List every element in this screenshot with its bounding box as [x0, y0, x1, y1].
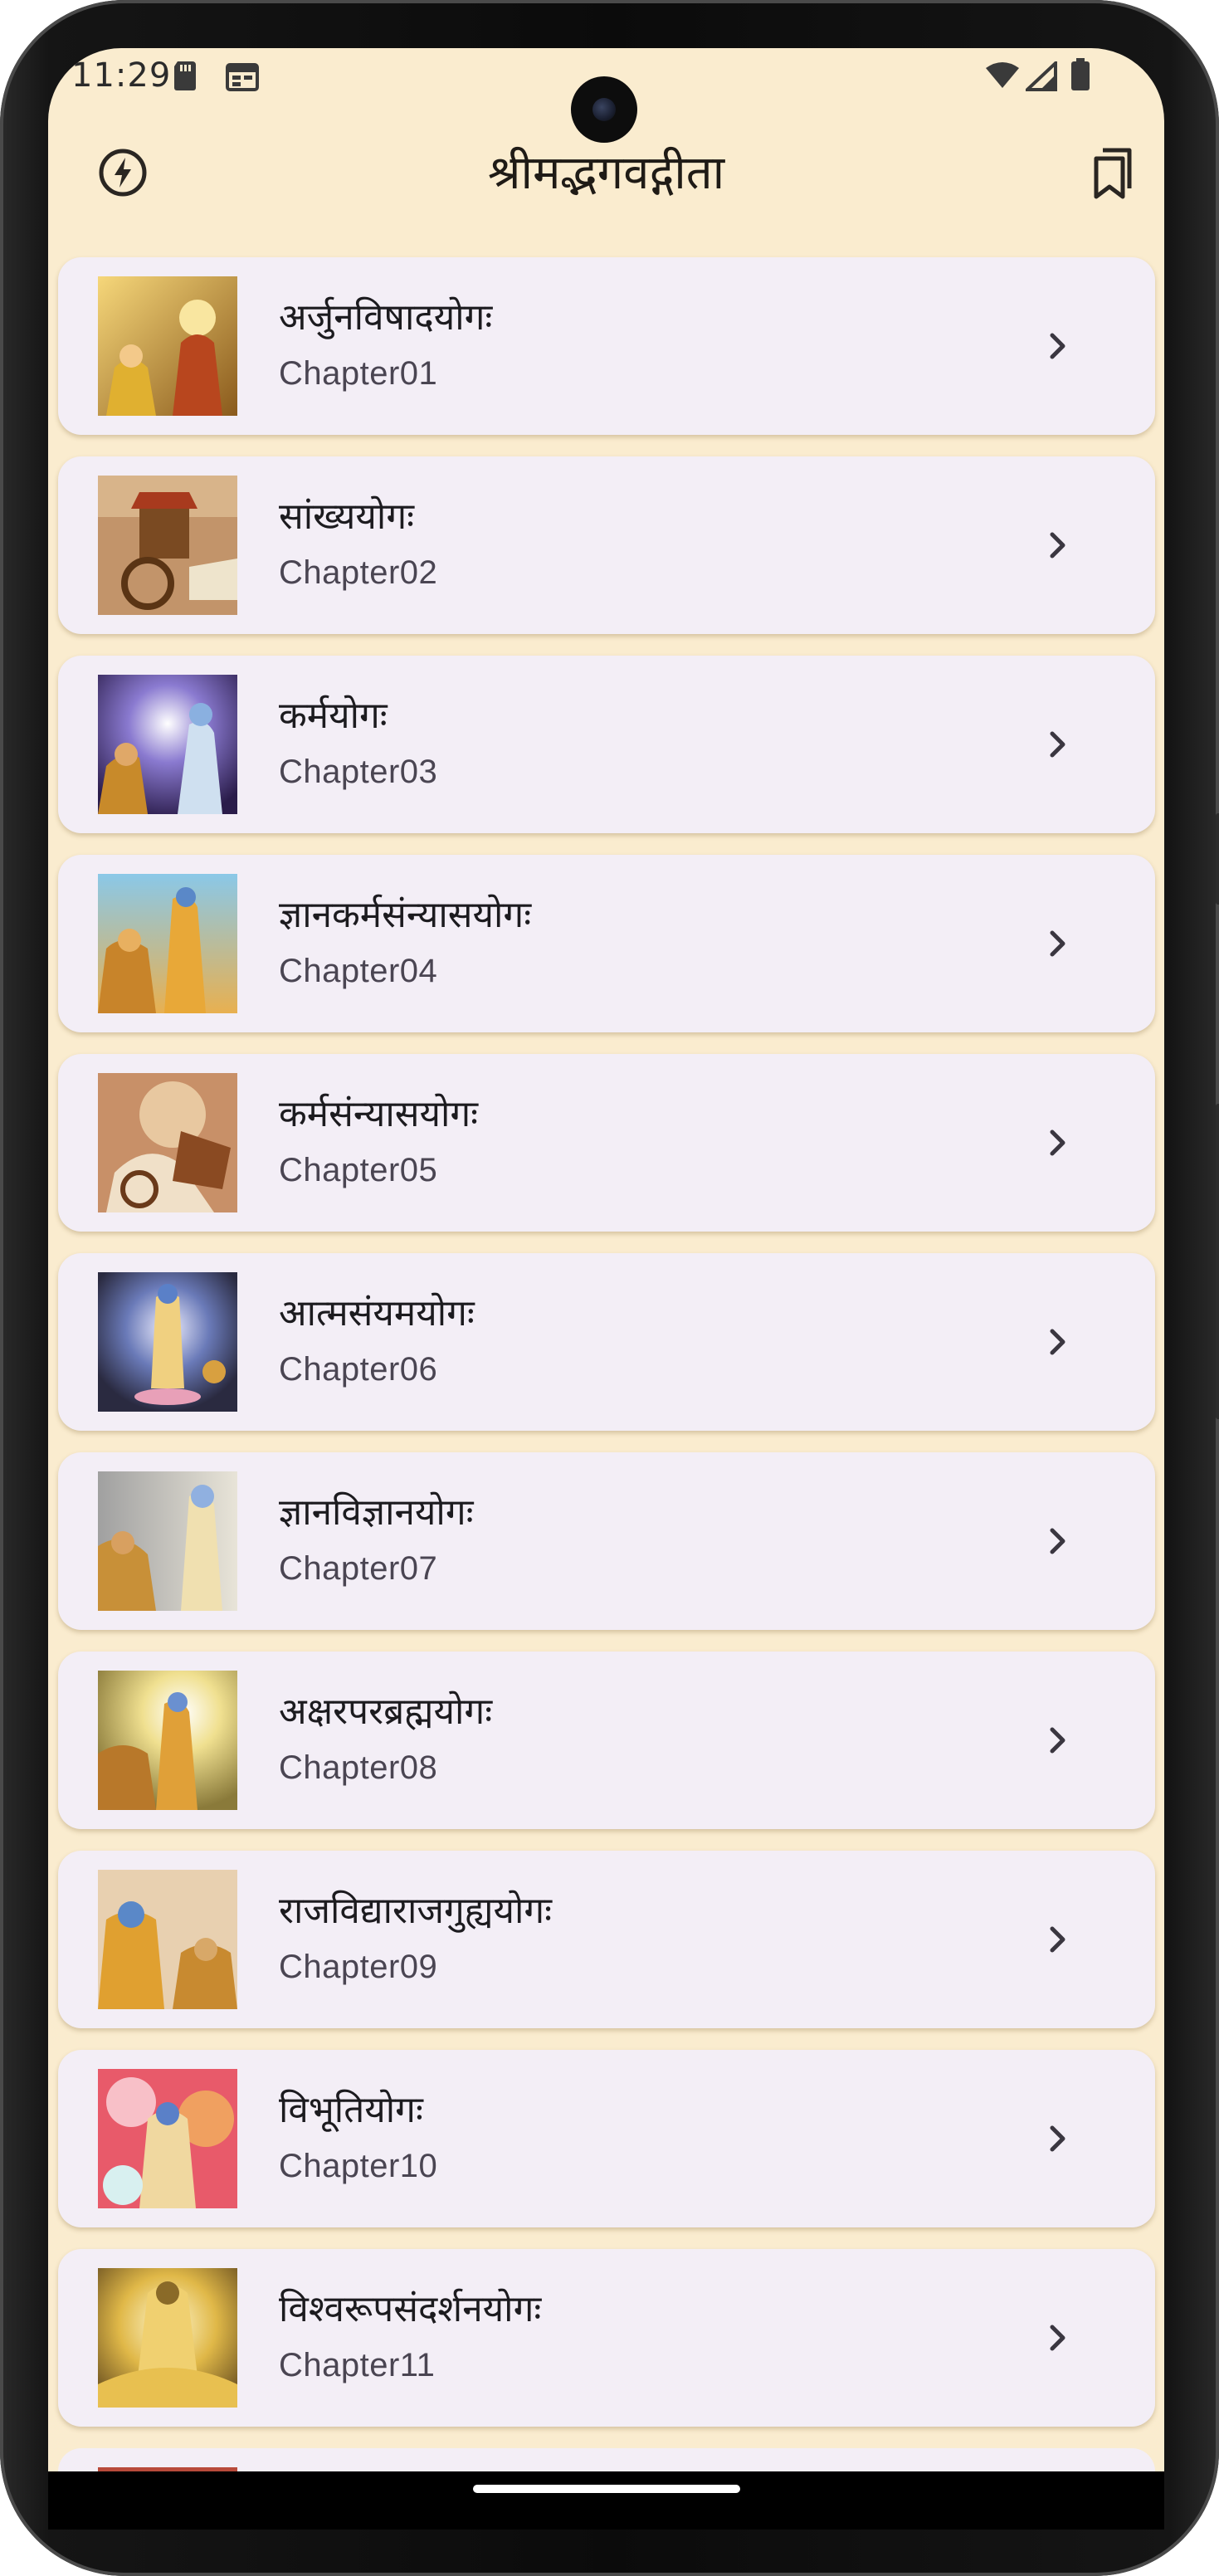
chapter-title: अर्जुनविषादयोगः [279, 296, 493, 339]
chapter-subtitle: Chapter07 [279, 1550, 438, 1587]
chapter-thumbnail [98, 276, 237, 416]
home-indicator[interactable] [473, 2485, 740, 2493]
chapter-title: विभूतियोगः [279, 2089, 423, 2131]
app-screen: 11:29 श्रीमद्भगवद्गीता अर्जुनविषादयोगः C… [48, 48, 1164, 2471]
chapter-subtitle: Chapter10 [279, 2148, 438, 2184]
chevron-right-icon [1050, 1129, 1065, 1156]
chapter-card-03[interactable]: कर्मयोगः Chapter03 [58, 656, 1155, 833]
chevron-right-icon [1050, 2325, 1065, 2351]
chapter-subtitle: Chapter01 [279, 355, 438, 392]
chevron-right-icon [1050, 1926, 1065, 1953]
chapter-subtitle: Chapter05 [279, 1152, 438, 1188]
chapter-card-04[interactable]: ज्ञानकर्मसंन्यासयोगः Chapter04 [58, 855, 1155, 1032]
chapter-card-10[interactable]: विभूतियोगः Chapter10 [58, 2050, 1155, 2227]
chapter-thumbnail [98, 1073, 237, 1212]
chapter-subtitle: Chapter03 [279, 754, 438, 790]
page-title: श्रीमद्भगवद्गीता [487, 146, 725, 200]
chapter-subtitle: Chapter04 [279, 953, 438, 989]
chapter-title: आत्मसंयमयोगः [279, 1292, 475, 1334]
phone-frame: 11:29 श्रीमद्भगवद्गीता अर्जुनविषादयोगः C… [0, 0, 1219, 2576]
chapter-card-01[interactable]: अर्जुनविषादयोगः Chapter01 [58, 257, 1155, 435]
bookmarks-button[interactable] [1071, 133, 1151, 212]
chapter-card-05[interactable]: कर्मसंन्यासयोगः Chapter05 [58, 1054, 1155, 1232]
chevron-right-icon [1050, 1727, 1065, 1754]
chapter-card-11[interactable]: विश्वरूपसंदर्शनयोगः Chapter11 [58, 2249, 1155, 2427]
chapter-card-08[interactable]: अक्षरपरब्रह्मयोगः Chapter08 [58, 1651, 1155, 1829]
chapter-card-07[interactable]: ज्ञानविज्ञानयोगः Chapter07 [58, 1452, 1155, 1630]
chapter-title: कर्मयोगः [279, 695, 388, 737]
chapter-title: राजविद्याराजगुह्ययोगः [279, 1890, 553, 1932]
chapter-thumbnail [98, 2069, 237, 2208]
chapter-subtitle: Chapter11 [279, 2347, 436, 2383]
navigation-bar [48, 2471, 1164, 2530]
chapter-title: ज्ञानविज्ञानयोगः [279, 1491, 474, 1534]
chapter-thumbnail [98, 2268, 237, 2408]
chapter-subtitle: Chapter02 [279, 554, 438, 591]
chevron-right-icon [1050, 532, 1065, 559]
chapter-title: ज्ञानकर्मसंन्यासयोगः [279, 894, 532, 936]
chevron-right-icon [1050, 1329, 1065, 1355]
status-time: 11:29 [71, 56, 172, 95]
sd-card-icon [173, 60, 197, 95]
signal-icon [1022, 59, 1057, 95]
chapter-card-06[interactable]: आत्मसंयमयोगः Chapter06 [58, 1253, 1155, 1431]
chapter-thumbnail [98, 675, 237, 814]
volume-button [1216, 1104, 1219, 1419]
chapter-thumbnail [98, 476, 237, 615]
battery-icon [1070, 58, 1090, 95]
chapter-thumbnail [98, 1870, 237, 2009]
chevron-right-icon [1050, 2125, 1065, 2152]
chapter-title: कर्मसंन्यासयोगः [279, 1093, 479, 1135]
chapter-subtitle: Chapter08 [279, 1749, 438, 1786]
chevron-right-icon [1050, 1528, 1065, 1554]
power-button [1216, 813, 1219, 905]
chapter-thumbnail [98, 1471, 237, 1611]
chapter-card-09[interactable]: राजविद्याराजगुह्ययोगः Chapter09 [58, 1851, 1155, 2028]
wifi-icon [984, 61, 1021, 93]
chapter-title: अक्षरपरब्रह्मयोगः [279, 1690, 493, 1733]
chapter-subtitle: Chapter06 [279, 1351, 438, 1388]
chevron-right-icon [1050, 930, 1065, 957]
chapter-thumbnail [98, 1671, 237, 1810]
chapter-card-02[interactable]: सांख्ययोगः Chapter02 [58, 456, 1155, 634]
status-bar: 11:29 [48, 48, 1164, 143]
bookmarks-icon [1094, 148, 1132, 199]
chapter-title: सांख्ययोगः [279, 495, 414, 538]
chapter-thumbnail [98, 874, 237, 1013]
chevron-right-icon [1050, 333, 1065, 359]
calendar-icon [226, 63, 259, 95]
chapter-thumbnail [98, 1272, 237, 1412]
chapter-card-partial[interactable] [58, 2448, 1155, 2471]
app-bar: श्रीमद्भगवद्गीता [48, 123, 1164, 222]
chevron-right-icon [1050, 731, 1065, 758]
chapter-title: विश्वरूपसंदर्शनयोगः [279, 2288, 542, 2330]
chapter-list: अर्जुनविषादयोगः Chapter01 सांख्ययोगः Cha… [58, 257, 1155, 2471]
chapter-subtitle: Chapter09 [279, 1949, 438, 1985]
